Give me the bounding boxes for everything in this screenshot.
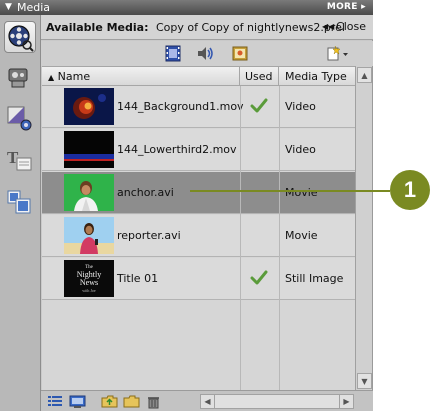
media-type: Still Image: [285, 272, 344, 285]
fire-thumbnail: [64, 88, 114, 125]
film-strip-icon[interactable]: [164, 45, 182, 62]
horizontal-scrollbar[interactable]: ◀ ▶: [200, 394, 354, 409]
scroll-right-icon[interactable]: ▶: [339, 395, 353, 408]
column-header-name[interactable]: ▲ Name: [42, 67, 240, 86]
list-view-icon[interactable]: [47, 394, 64, 409]
bottom-toolbar: ◀ ▶: [41, 390, 373, 411]
column-divider: [279, 86, 280, 390]
media-type: Video: [285, 143, 316, 156]
list-item[interactable]: 144_Background1.mov Video: [42, 86, 355, 128]
title-thumbnail: The Nightly News with Joe: [64, 260, 114, 297]
vertical-scrollbar[interactable]: ▲ ▼: [355, 66, 372, 390]
scroll-up-icon[interactable]: ▲: [357, 67, 372, 83]
new-folder-icon[interactable]: [123, 394, 140, 409]
media-type: Movie: [285, 229, 318, 242]
themes-icon[interactable]: [4, 187, 36, 219]
media-filter-toolbar: [41, 41, 373, 66]
svg-text:with Joe: with Joe: [82, 288, 96, 293]
image-icon[interactable]: [231, 45, 249, 62]
available-media-label: Available Media:: [46, 21, 149, 34]
column-header-used[interactable]: Used: [240, 67, 279, 86]
callout-badge: 1: [390, 170, 430, 210]
scroll-down-icon[interactable]: ▼: [357, 373, 372, 389]
titles-icon[interactable]: T: [4, 145, 36, 177]
media-list-header: ▲ Name Used Media Type: [42, 66, 355, 86]
list-item[interactable]: 144_Lowerthird2.mov Video: [42, 129, 355, 171]
callout-leader-line: [190, 190, 390, 192]
media-list: ▲ Name Used Media Type 144_Background1.m…: [42, 66, 355, 390]
media-type: Movie: [285, 186, 318, 199]
scroll-left-icon[interactable]: ◀: [201, 395, 215, 408]
checkmark-icon: [249, 97, 269, 115]
list-item-selected[interactable]: anchor.avi Movie: [42, 172, 355, 214]
media-name: anchor.avi: [117, 186, 174, 199]
media-panel: ▼ Media MORE ▸ T Available Media: Copy o…: [0, 0, 373, 411]
media-type: Video: [285, 100, 316, 113]
panel-title: Media: [17, 1, 51, 14]
reporter-thumbnail: [64, 217, 114, 254]
folder-up-icon[interactable]: [101, 394, 118, 409]
more-button[interactable]: MORE ▸: [327, 2, 366, 13]
list-item[interactable]: reporter.avi Movie: [42, 215, 355, 257]
icon-view-icon[interactable]: [69, 394, 86, 409]
close-button[interactable]: ◀◀ Close: [322, 19, 366, 35]
new-item-icon[interactable]: [326, 45, 350, 62]
media-name: 144_Lowerthird2.mov: [117, 143, 237, 156]
anchor-thumbnail: [64, 174, 114, 211]
sort-ascending-icon: ▲: [48, 73, 55, 82]
svg-text:News: News: [80, 278, 98, 287]
column-header-media-type[interactable]: Media Type: [279, 67, 355, 86]
checkmark-icon: [249, 269, 269, 287]
lowerthird-thumbnail: [64, 131, 114, 168]
transitions-icon[interactable]: [4, 103, 36, 135]
effects-icon[interactable]: [4, 63, 36, 95]
panel-title-bar[interactable]: ▼ Media MORE ▸: [0, 0, 373, 15]
triangle-down-icon[interactable]: ▼: [5, 3, 12, 12]
column-divider: [240, 86, 241, 390]
media-reel-icon[interactable]: [4, 21, 36, 53]
triangle-right-icon: ▸: [361, 2, 366, 12]
close-icon: ◀◀: [322, 22, 335, 31]
media-name: Title 01: [117, 272, 159, 285]
project-name: Copy of Copy of nightlynews2.prel: [156, 21, 345, 34]
trash-icon[interactable]: [145, 394, 162, 409]
list-item[interactable]: The Nightly News with Joe Title 01 Still…: [42, 258, 355, 300]
available-media-header: Available Media: Copy of Copy of nightly…: [41, 15, 373, 40]
media-name: reporter.avi: [117, 229, 181, 242]
speaker-icon[interactable]: [196, 45, 214, 62]
side-toolbar: T: [0, 15, 41, 411]
media-name: 144_Background1.mov: [117, 100, 244, 113]
